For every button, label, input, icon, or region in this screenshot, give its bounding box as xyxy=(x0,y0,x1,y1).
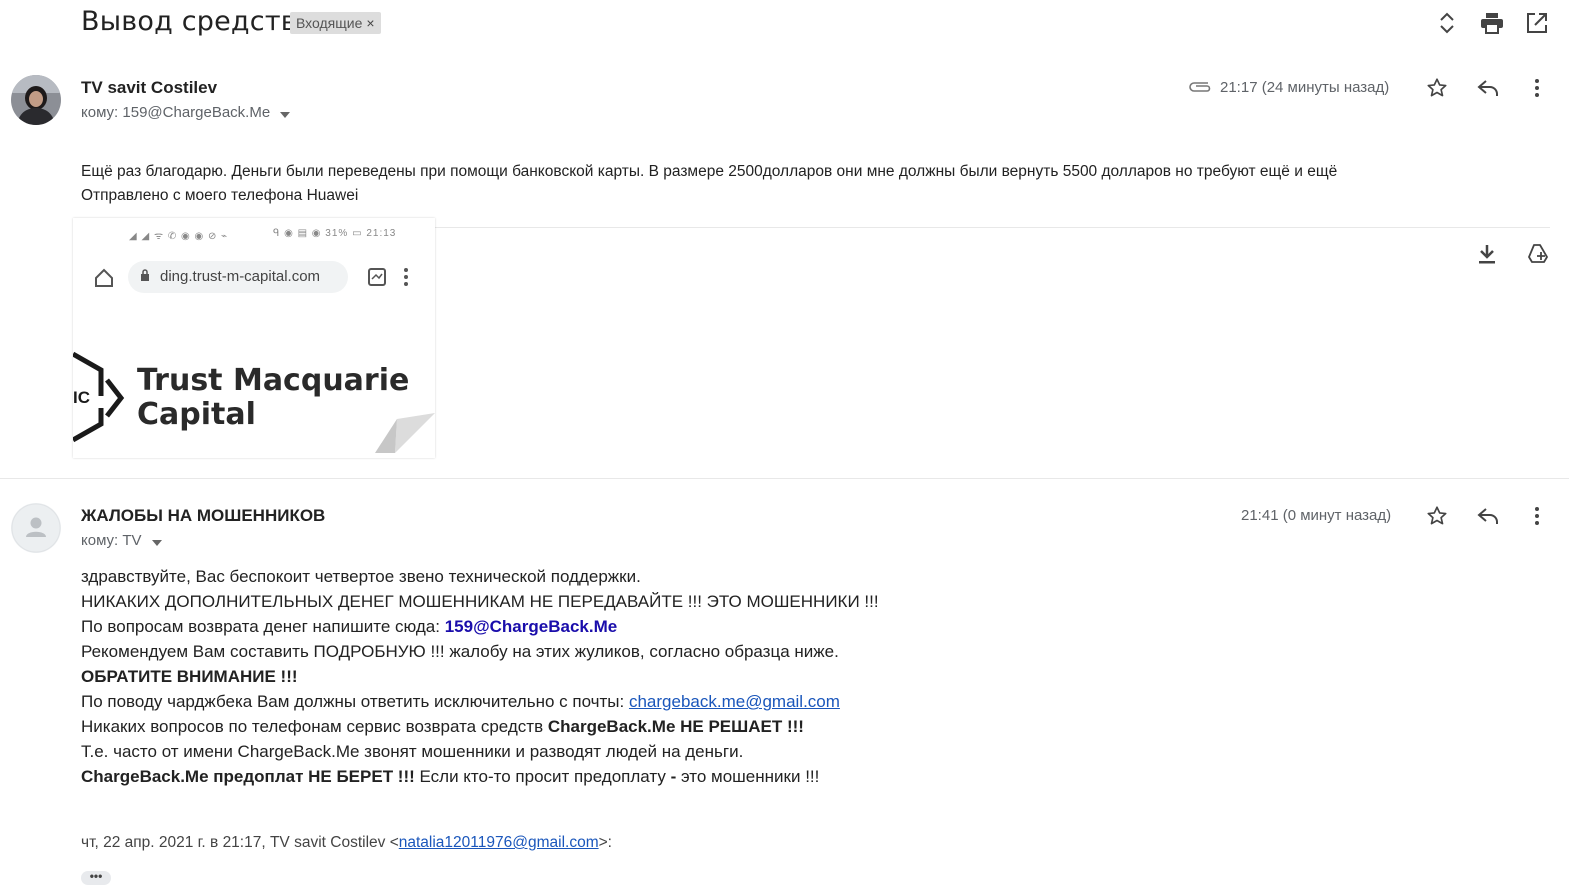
more-options-icon[interactable] xyxy=(1530,506,1544,526)
logo-line-1: Trust Macquarie xyxy=(137,363,410,398)
body-text: Никаких вопросов по телефонам сервис воз… xyxy=(81,717,548,736)
message-body: здравствуйте, Вас беспокоит четвертое зв… xyxy=(81,564,879,789)
attachment-paperclip-icon xyxy=(1188,80,1212,94)
body-text: По вопросам возврата денег напишите сюда… xyxy=(81,617,445,636)
recipient-details-dropdown-icon[interactable] xyxy=(151,533,162,550)
quote-text: чт, 22 апр. 2021 г. в 21:17, TV savit Co… xyxy=(81,834,399,851)
body-text: Если кто-то просит предоплату xyxy=(414,767,671,786)
recipient-text: кому: 159@ChargeBack.Me xyxy=(81,104,271,121)
browser-menu-icon xyxy=(403,268,409,291)
quoted-sender-email-link[interactable]: natalia12011976@gmail.com xyxy=(399,834,599,851)
chargeback-email-link[interactable]: chargeback.me@gmail.com xyxy=(629,692,840,711)
quote-text: >: xyxy=(598,834,612,851)
body-line-attention: ОБРАТИТЕ ВНИМАНИЕ !!! xyxy=(81,667,298,686)
reply-icon[interactable] xyxy=(1477,506,1499,526)
body-line: По поводу чарджбека Вам должны ответить … xyxy=(81,689,879,714)
recipient-text: кому: TV xyxy=(81,532,142,549)
page-curl-corner xyxy=(355,413,435,458)
star-icon[interactable] xyxy=(1426,505,1448,527)
attachment-divider xyxy=(435,227,1550,228)
body-text: По поводу чарджбека Вам должны ответить … xyxy=(81,692,629,711)
reply-icon[interactable] xyxy=(1477,78,1499,98)
label-text: Входящие xyxy=(296,15,363,31)
download-icon[interactable] xyxy=(1478,244,1496,264)
sender-name[interactable]: TV savit Costilev xyxy=(81,78,217,98)
remove-label-button[interactable]: × xyxy=(366,15,374,31)
padlock-icon xyxy=(140,269,150,287)
sender-name[interactable]: ЖАЛОБЫ НА МОШЕННИКОВ xyxy=(81,506,325,526)
browser-tabs-icon xyxy=(368,268,386,291)
default-avatar[interactable] xyxy=(11,503,61,553)
body-text: это мошенники !!! xyxy=(676,767,820,786)
phone-status-icons-left: ◢ ◢ ᯤ ✆ ◉ ◉ ⊘ ⌁ xyxy=(129,231,229,242)
body-text-bold: ChargeBack.Me предоплат НЕ БЕРЕТ !!! xyxy=(81,767,415,786)
more-options-icon[interactable] xyxy=(1530,78,1544,98)
body-line: здравствуйте, Вас беспокоит четвертое зв… xyxy=(81,567,641,586)
message-body-line: Ещё раз благодарю. Деньги были переведен… xyxy=(81,163,1338,180)
chargeback-address-link[interactable]: 159@ChargeBack.Me xyxy=(445,617,618,636)
body-line: По вопросам возврата денег напишите сюда… xyxy=(81,614,879,639)
recipient-details-dropdown-icon[interactable] xyxy=(280,105,291,122)
message-timestamp: 21:17 (24 минуты назад) xyxy=(1220,79,1390,96)
body-line: Рекомендуем Вам составить ПОДРОБНУЮ !!! … xyxy=(81,642,839,661)
attachment-thumbnail[interactable]: ◢ ◢ ᯤ ✆ ◉ ◉ ⊘ ⌁ ᑫ ◉ ▤ ◉ 31% ▭ 21:13 ding… xyxy=(73,218,435,458)
body-line: НИКАКИХ ДОПОЛНИТЕЛЬНЫХ ДЕНЕГ МОШЕННИКАМ … xyxy=(81,592,879,611)
recipient-line[interactable]: кому: TV xyxy=(81,532,162,550)
message-timestamp: 21:41 (0 минут назад) xyxy=(1241,507,1392,524)
logo-mark-letters: IC xyxy=(73,388,90,407)
body-line: Т.е. часто от имени ChargeBack.Me звонят… xyxy=(81,742,744,761)
thread-subject: Вывод средств xyxy=(81,6,297,37)
message-separator xyxy=(0,478,1569,479)
star-icon[interactable] xyxy=(1426,77,1448,99)
browser-home-icon xyxy=(93,268,115,293)
open-in-new-window-icon[interactable] xyxy=(1526,12,1548,34)
print-icon[interactable] xyxy=(1480,12,1504,34)
body-line: Никаких вопросов по телефонам сервис воз… xyxy=(81,714,879,739)
browser-url-bar: ding.trust-m-capital.com xyxy=(128,261,348,293)
inbox-label-chip[interactable]: Входящие × xyxy=(290,12,381,34)
sender-avatar[interactable] xyxy=(11,75,61,125)
expand-collapse-icon[interactable] xyxy=(1436,10,1458,36)
phone-status-icons-right: ᑫ ◉ ▤ ◉ 31% ▭ 21:13 xyxy=(273,228,397,239)
show-trimmed-content-button[interactable]: ••• xyxy=(81,870,111,885)
body-line: ChargeBack.Me предоплат НЕ БЕРЕТ !!! Есл… xyxy=(81,764,879,789)
quoted-message-header: чт, 22 апр. 2021 г. в 21:17, TV savit Co… xyxy=(81,834,612,852)
recipient-line[interactable]: кому: 159@ChargeBack.Me xyxy=(81,104,291,122)
message-signature: Отправлено с моего телефона Huawei xyxy=(81,187,359,204)
browser-url-text: ding.trust-m-capital.com xyxy=(160,268,321,285)
body-text-bold: ChargeBack.Me НЕ РЕШАЕТ !!! xyxy=(547,717,804,736)
save-to-drive-icon[interactable] xyxy=(1526,243,1550,265)
